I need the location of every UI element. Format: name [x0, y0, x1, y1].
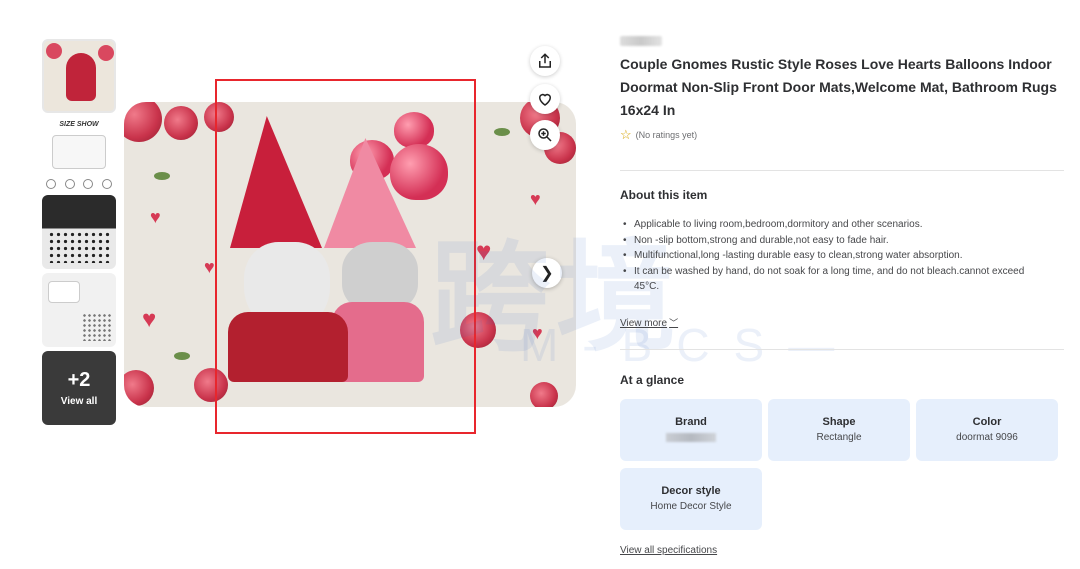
mat-image [48, 281, 80, 303]
heart-icon: ♥ [532, 323, 543, 343]
rose-decoration [124, 370, 154, 406]
thumbnail-rose [98, 45, 114, 61]
view-all-label: View all [60, 395, 98, 407]
view-more-link[interactable]: View more ﹀ [620, 316, 678, 329]
rose-decoration [164, 106, 198, 140]
zoom-button[interactable] [530, 120, 560, 150]
star-outline-icon: ☆ [620, 127, 632, 142]
thumbnail-3[interactable] [42, 195, 116, 269]
view-more-label: View more [620, 318, 668, 329]
bullet-item: Multifunctional,long -lasting durable ea… [620, 248, 1040, 264]
brand-name-blurred[interactable] [620, 36, 662, 46]
bullet-item: Non -slip bottom,strong and durable,not … [620, 233, 1040, 249]
thumbnail-4[interactable] [42, 273, 116, 347]
thumbnail-2[interactable]: SIZE SHOW [42, 117, 116, 191]
spec-card-decor-style: Decor style Home Decor Style [620, 468, 762, 530]
leaf-decoration [174, 352, 190, 360]
divider [620, 349, 1064, 350]
about-heading: About this item [620, 188, 708, 202]
spec-card-shape: Shape Rectangle [768, 399, 910, 461]
spec-value: Rectangle [816, 432, 862, 443]
rose-decoration [124, 102, 162, 142]
feature-icons [46, 179, 112, 189]
next-image-button[interactable]: ❯ [532, 258, 562, 288]
thumbnail-strip: SIZE SHOW +2 View all [42, 39, 116, 429]
highlight-box [215, 79, 476, 434]
more-count: +2 [67, 368, 91, 391]
leaf-decoration [154, 172, 170, 180]
mat-texture [82, 313, 112, 341]
thumbnail-rose [46, 43, 62, 59]
bullet-item: Applicable to living room,bedroom,dormit… [620, 217, 1040, 233]
spec-card-color: Color doormat 9096 [916, 399, 1058, 461]
glance-heading: At a glance [620, 373, 685, 387]
heart-icon: ♥ [150, 207, 161, 227]
mat-texture [48, 231, 110, 263]
heart-icon: ♥ [142, 306, 157, 333]
thumbnail-1[interactable] [42, 39, 116, 113]
size-diagram [52, 135, 106, 169]
rating-text: (No ratings yet) [635, 129, 698, 140]
spec-key: Decor style [661, 485, 721, 497]
share-button[interactable] [530, 46, 560, 76]
chevron-right-icon: ❯ [540, 265, 554, 282]
heart-icon: ♥ [204, 257, 215, 277]
spec-key: Color [972, 416, 1002, 428]
size-show-label: SIZE SHOW [59, 121, 99, 128]
spec-key: Brand [675, 416, 707, 428]
favorite-button[interactable] [530, 84, 560, 114]
about-bullets: Applicable to living room,bedroom,dormit… [620, 217, 1040, 295]
product-title: Couple Gnomes Rustic Style Roses Love He… [620, 56, 1057, 118]
heart-icon [538, 93, 552, 106]
spec-value: doormat 9096 [956, 432, 1018, 443]
heart-icon: ♥ [530, 189, 541, 209]
divider [620, 170, 1064, 171]
spec-key: Shape [822, 416, 856, 428]
view-all-thumbnail[interactable]: +2 View all [42, 351, 116, 425]
heart-icon: ♥ [476, 236, 492, 266]
thumbnail-gnome [66, 53, 96, 101]
bullet-item: It can be washed by hand, do not soak fo… [620, 264, 1040, 295]
zoom-icon [538, 128, 552, 142]
view-all-specifications-link[interactable]: View all specifications [620, 545, 717, 556]
leaf-decoration [494, 128, 510, 136]
spec-card-brand: Brand [620, 399, 762, 461]
chevron-down-icon: ﹀ [669, 318, 679, 328]
spec-value: Home Decor Style [650, 501, 732, 512]
spec-value-blurred [666, 433, 716, 442]
share-icon [539, 53, 551, 68]
rating-row[interactable]: ☆ (No ratings yet) [620, 128, 697, 141]
rose-decoration [530, 382, 558, 407]
